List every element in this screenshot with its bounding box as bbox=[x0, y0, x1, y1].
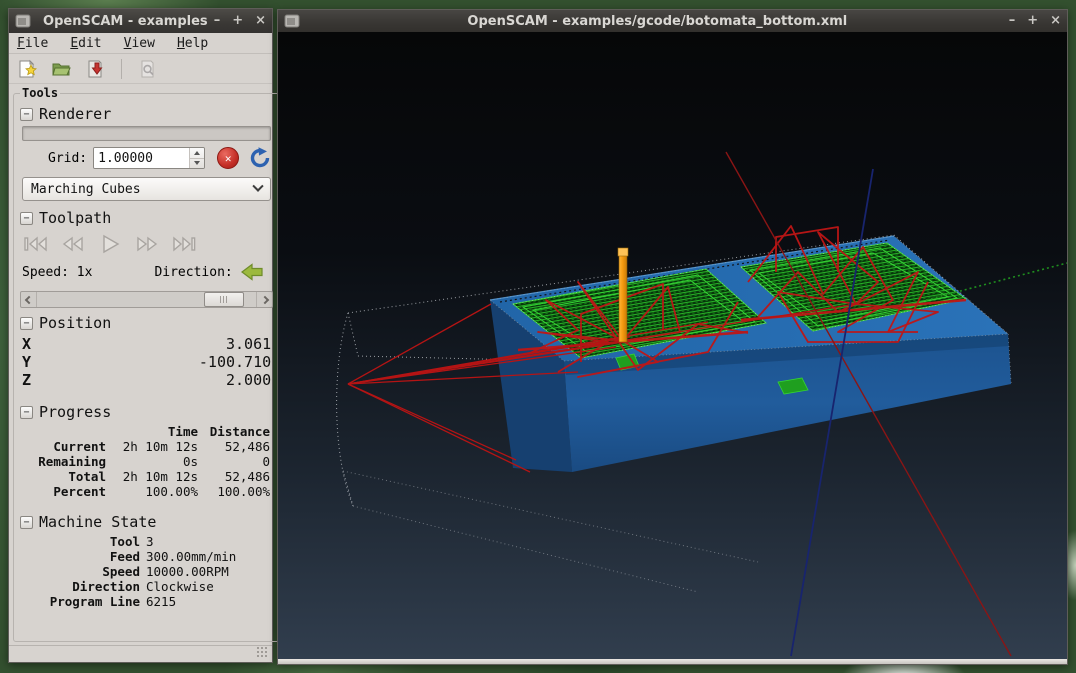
progress-header-row: Time Distance bbox=[167, 424, 270, 439]
direction-label: Direction: bbox=[154, 264, 233, 280]
grid-label: Grid: bbox=[48, 150, 88, 166]
cancel-render-button[interactable]: ✕ bbox=[217, 147, 240, 169]
open-file-button[interactable] bbox=[49, 57, 73, 81]
maximize-button[interactable]: + bbox=[1027, 9, 1038, 33]
progress-table: Time Distance Current 2h 10m 12s 52,486 Rem… bbox=[22, 424, 271, 499]
position-row-x: X 3.061 bbox=[22, 335, 272, 353]
scrollbar-track[interactable] bbox=[37, 292, 256, 307]
render-algorithm-value: Marching Cubes bbox=[31, 181, 141, 197]
machine-state-collapse-button[interactable]: − bbox=[20, 515, 33, 529]
scroll-right-button[interactable] bbox=[256, 292, 272, 307]
rewind-icon bbox=[62, 236, 83, 252]
minimize-button[interactable]: – bbox=[1009, 9, 1016, 33]
right-titlebar[interactable]: OpenSCAM - examples/gcode/botomata_botto… bbox=[278, 10, 1067, 32]
minimize-button[interactable]: – bbox=[214, 9, 221, 33]
progress-section-title: Progress bbox=[39, 403, 112, 421]
status-bar bbox=[9, 645, 272, 662]
table-row: Direction Clockwise bbox=[72, 579, 214, 594]
menu-edit[interactable]: Edit bbox=[70, 36, 101, 51]
progress-collapse-button[interactable]: − bbox=[20, 405, 33, 419]
play-icon bbox=[103, 234, 120, 254]
render-algorithm-select[interactable]: Marching Cubes bbox=[22, 177, 272, 201]
toolpath-collapse-button[interactable]: − bbox=[20, 211, 33, 225]
refresh-icon bbox=[250, 147, 270, 168]
chevron-left-icon bbox=[24, 295, 33, 304]
playback-controls bbox=[22, 233, 271, 255]
machine-state-section-title: Machine State bbox=[39, 513, 157, 531]
maximize-button[interactable]: + bbox=[232, 9, 243, 33]
fast-forward-button[interactable] bbox=[133, 233, 161, 255]
menu-file[interactable]: File bbox=[17, 36, 48, 51]
grid-spinbox bbox=[93, 147, 206, 169]
table-row: Speed 10000.00RPM bbox=[102, 564, 229, 579]
save-icon bbox=[88, 60, 103, 77]
skip-to-start-icon bbox=[24, 236, 47, 252]
table-row: Feed 300.00mm/min bbox=[109, 549, 237, 564]
new-file-icon bbox=[19, 59, 37, 77]
close-button[interactable]: × bbox=[1050, 9, 1061, 33]
toolbar-separator bbox=[121, 58, 122, 79]
new-file-button[interactable] bbox=[15, 57, 39, 81]
menu-bar: File Edit View Help bbox=[9, 33, 272, 54]
menu-help[interactable]: Help bbox=[177, 36, 208, 51]
position-collapse-button[interactable]: − bbox=[20, 316, 33, 330]
play-button[interactable] bbox=[96, 233, 124, 255]
skip-to-end-icon bbox=[173, 236, 196, 252]
table-row: Remaining 0s 0 bbox=[38, 454, 270, 469]
resize-grip[interactable] bbox=[256, 646, 269, 659]
skip-to-start-button[interactable] bbox=[22, 233, 50, 255]
fast-forward-icon bbox=[137, 236, 158, 252]
refresh-render-button[interactable] bbox=[249, 147, 271, 169]
chevron-right-icon bbox=[260, 295, 269, 304]
table-row: Total 2h 10m 12s 52,486 bbox=[68, 469, 270, 484]
spin-down-icon bbox=[194, 161, 201, 166]
preview-icon bbox=[141, 60, 154, 77]
rewind-button[interactable] bbox=[59, 233, 87, 255]
chevron-down-icon bbox=[252, 180, 264, 192]
table-row: Program Line 6215 bbox=[49, 594, 177, 609]
preview-button[interactable] bbox=[136, 57, 160, 81]
menu-view[interactable]: View bbox=[124, 36, 155, 51]
position-section-title: Position bbox=[39, 314, 112, 332]
table-row: Tool 3 bbox=[109, 534, 154, 549]
scrollbar-thumb[interactable] bbox=[203, 292, 244, 307]
3d-viewport[interactable] bbox=[278, 32, 1067, 659]
left-titlebar[interactable]: OpenSCAM - examples – + × bbox=[9, 9, 272, 33]
grid-spin-up[interactable] bbox=[190, 148, 204, 158]
machine-state-table: Tool 3 Feed 300.00mm/min Speed 10000.00RPM … bbox=[22, 534, 271, 609]
speed-label: Speed: 1x bbox=[22, 264, 93, 280]
tools-window: OpenSCAM - examples – + × File Edit View… bbox=[8, 8, 281, 663]
renderer-section-title: Renderer bbox=[39, 105, 112, 123]
grid-spin-down[interactable] bbox=[190, 157, 205, 169]
render-progress-bar bbox=[22, 126, 272, 141]
position-row-z: Z 2.000 bbox=[22, 371, 272, 389]
grid-input[interactable] bbox=[94, 148, 190, 168]
skip-to-end-button[interactable] bbox=[170, 233, 198, 255]
window-title: OpenSCAM - examples/gcode/botomata_botto… bbox=[467, 13, 848, 29]
renderer-collapse-button[interactable]: − bbox=[20, 107, 33, 121]
window-icon bbox=[15, 14, 31, 28]
cutting-tool bbox=[617, 247, 629, 343]
window-icon bbox=[284, 14, 300, 28]
export-button[interactable] bbox=[83, 57, 107, 81]
tools-group: Tools − Renderer Grid: ✕ bbox=[13, 86, 281, 642]
close-button[interactable]: × bbox=[255, 9, 266, 33]
table-row: Current 2h 10m 12s 52,486 bbox=[53, 439, 270, 454]
table-row: Percent 100.00% 100.00% bbox=[53, 484, 270, 499]
toolpath-scrollbar[interactable] bbox=[20, 291, 274, 308]
window-title: OpenSCAM - examples bbox=[43, 13, 208, 29]
viewer-window: OpenSCAM - examples/gcode/botomata_botto… bbox=[277, 9, 1068, 665]
scroll-left-button[interactable] bbox=[21, 292, 37, 307]
spin-up-icon bbox=[194, 150, 201, 155]
toolbar bbox=[9, 54, 272, 84]
direction-arrow-icon[interactable] bbox=[240, 263, 263, 281]
toolpath-section-title: Toolpath bbox=[39, 209, 112, 227]
open-folder-icon bbox=[52, 63, 71, 75]
position-row-y: Y -100.710 bbox=[22, 353, 272, 371]
tools-group-label: Tools bbox=[22, 86, 59, 100]
